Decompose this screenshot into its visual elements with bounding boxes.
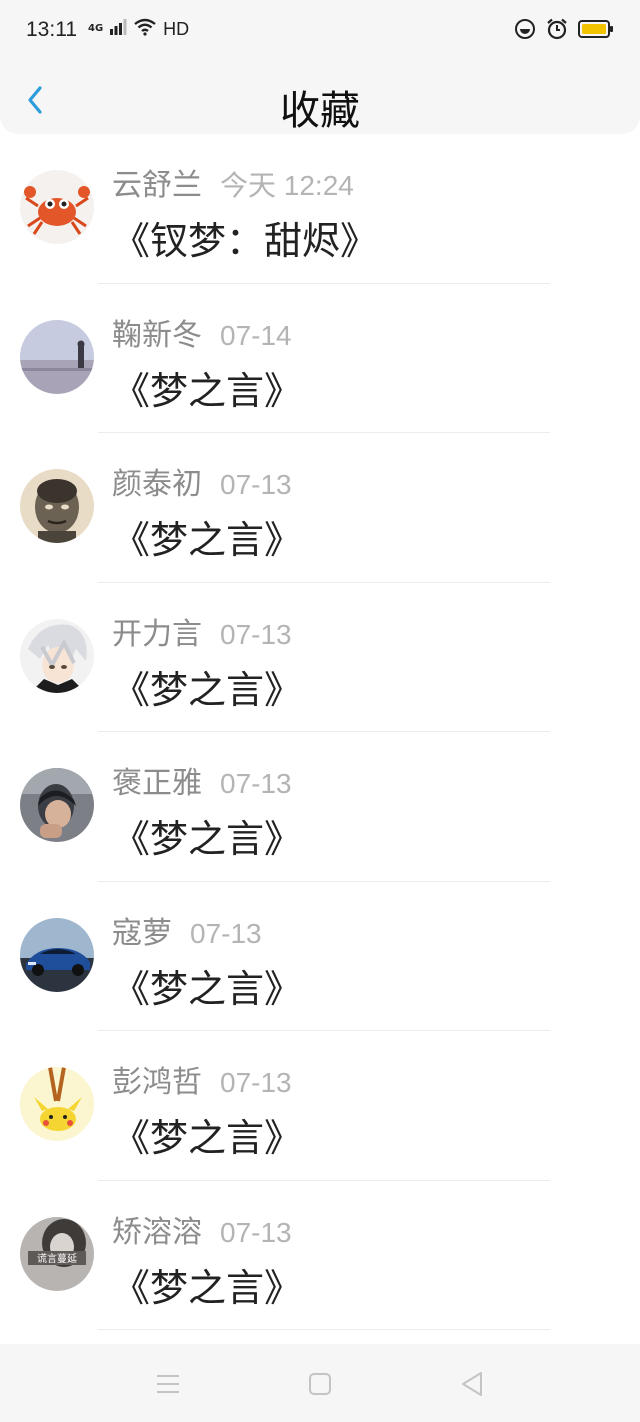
avatar (20, 319, 94, 394)
author-name: 彭鸿哲 (112, 1065, 202, 1100)
list-item[interactable]: 彭鸿哲 07-13 《梦之言》 (0, 1031, 640, 1181)
item-title: 《梦之言》 (112, 368, 303, 413)
timestamp: 07-13 (220, 1067, 292, 1098)
author-name: 寇萝 (112, 915, 172, 951)
avatar (20, 1067, 94, 1141)
system-navigation-bar (0, 1344, 640, 1422)
pikachu-avatar-icon (20, 1067, 94, 1141)
author-name: 开力言 (112, 616, 202, 652)
author-name: 褒正雅 (112, 766, 202, 801)
menu-button[interactable] (148, 1364, 188, 1404)
timestamp: 07-13 (220, 618, 292, 650)
alarm-icon (546, 18, 568, 44)
list-item[interactable]: 寇萝 07-13 《梦之言》 (0, 882, 640, 1031)
author-name: 鞠新冬 (112, 317, 202, 353)
back-triangle-icon (462, 1372, 482, 1396)
home-icon (309, 1373, 331, 1395)
item-title: 《梦之言》 (112, 518, 303, 562)
list-item[interactable]: 鞠新冬 07-14 《梦之言》 (0, 284, 640, 433)
item-title: 《梦之言》 (112, 1116, 303, 1160)
avatar: 谎言蔓延 (20, 1216, 94, 1291)
wifi-icon (133, 18, 157, 40)
battery-icon (578, 19, 614, 43)
divider (98, 1329, 550, 1330)
list-item[interactable]: 开力言 07-13 《梦之言》 (0, 583, 640, 732)
timestamp: 07-13 (220, 1216, 292, 1248)
author-name: 颜泰初 (112, 467, 202, 502)
timestamp: 今天 12:24 (220, 170, 354, 201)
item-title: 《梦之言》 (112, 817, 303, 861)
timestamp: 07-13 (190, 917, 262, 949)
avatar (20, 170, 94, 244)
menu-icon (157, 1375, 179, 1393)
blue-car-avatar-icon (20, 917, 94, 992)
girl-bw-avatar-icon: 谎言蔓延 (20, 1216, 94, 1291)
avatar-text: 谎言蔓延 (37, 1252, 77, 1265)
page-title: 收藏 (280, 88, 360, 134)
timestamp: 07-13 (220, 469, 292, 500)
network-type: 4G (88, 23, 104, 34)
list-item[interactable]: 颜泰初 07-13 《梦之言》 (0, 433, 640, 583)
system-back-button[interactable] (452, 1364, 492, 1404)
item-title: 《梦之言》 (112, 667, 303, 712)
anime-boy-avatar-icon (20, 618, 94, 693)
man-sketch-avatar-icon (20, 469, 94, 543)
timestamp: 07-14 (220, 319, 292, 351)
timestamp: 07-13 (220, 768, 292, 799)
avatar (20, 469, 94, 543)
avatar (20, 618, 94, 693)
item-title: 《钗梦：甜烬》 (112, 219, 379, 263)
author-name: 云舒兰 (112, 168, 202, 203)
list-item[interactable]: 谎言蔓延 矫溶溶 07-13 《梦之言》 (0, 1181, 640, 1330)
home-button[interactable] (300, 1364, 340, 1404)
young-man-avatar-icon (20, 768, 94, 842)
list-item[interactable]: 云舒兰 今天 12:24 《钗梦：甜烬》 (0, 134, 640, 284)
item-title: 《梦之言》 (112, 1265, 303, 1310)
status-time: 13:11 (26, 18, 77, 41)
author-name: 矫溶溶 (112, 1214, 202, 1250)
crab-avatar-icon (20, 170, 94, 244)
item-title: 《梦之言》 (112, 966, 303, 1011)
do-not-disturb-icon (514, 18, 536, 44)
avatar (20, 917, 94, 992)
signal-icon (109, 18, 127, 40)
favorites-list: 云舒兰 今天 12:24 《钗梦：甜烬》 鞠新冬 07-14 《梦之言》 颜泰初… (0, 134, 640, 1330)
avatar (20, 768, 94, 842)
list-item[interactable]: 褒正雅 07-13 《梦之言》 (0, 732, 640, 882)
seaside-avatar-icon (20, 319, 94, 394)
hd-label: HD (163, 18, 190, 39)
status-bar: 13:11 4G HD (0, 0, 640, 64)
header-bar: 收藏 (0, 64, 640, 134)
